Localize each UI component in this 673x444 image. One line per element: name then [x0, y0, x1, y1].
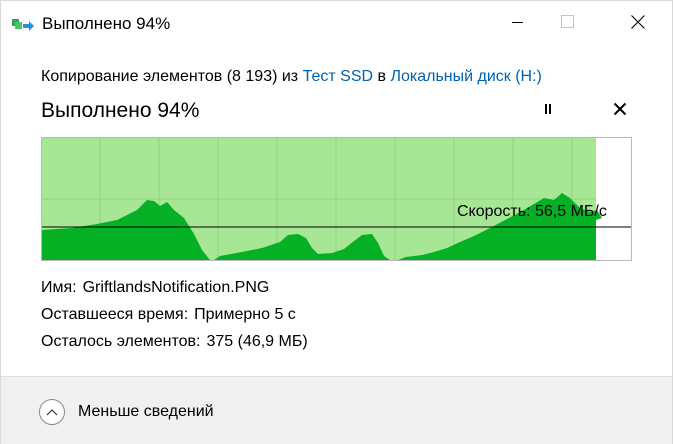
name-value: GriftlandsNotification.PNG — [82, 279, 270, 296]
pause-button[interactable] — [536, 99, 560, 123]
maximize-button — [545, 1, 591, 47]
maximize-icon — [561, 14, 575, 34]
window-title: Выполнено 94% — [42, 14, 171, 33]
items-remaining-value: 375 (46,9 МБ) — [206, 333, 308, 350]
destination-link[interactable]: Локальный диск (H:) — [390, 68, 541, 85]
detail-time-remaining: Оставшееся время: Примерно 5 с — [41, 305, 296, 325]
fewer-details-label: Меньше сведений — [78, 403, 214, 420]
cancel-button[interactable] — [608, 99, 632, 123]
fewer-details-button[interactable]: Меньше сведений — [39, 397, 214, 427]
speed-label: Скорость: 56,5 МБ/с — [457, 203, 607, 220]
close-icon — [631, 14, 645, 34]
title-bar[interactable]: Выполнено 94% — [1, 1, 672, 47]
name-label: Имя: — [41, 279, 77, 296]
copy-files-icon — [12, 16, 34, 32]
time-remaining-label: Оставшееся время: — [41, 306, 189, 323]
time-remaining-value: Примерно 5 с — [194, 306, 296, 323]
source-link[interactable]: Тест SSD — [303, 68, 373, 85]
copy-description: Копирование элементов (8 193) из Тест SS… — [41, 67, 542, 87]
speed-graph-canvas — [42, 138, 631, 260]
copy-progress-window: Выполнено 94% Копирование элементов (8 1… — [0, 0, 673, 444]
copy-prefix: Копирование элементов (8 193) из — [41, 68, 299, 85]
close-button[interactable] — [615, 1, 661, 47]
copy-middle: в — [377, 68, 387, 85]
minimize-button[interactable] — [495, 1, 541, 47]
minimize-icon — [512, 15, 524, 33]
pause-icon — [542, 102, 554, 121]
progress-heading: Выполнено 94% — [41, 99, 200, 122]
footer: Меньше сведений — [1, 376, 672, 444]
detail-name: Имя: GriftlandsNotification.PNG — [41, 278, 269, 298]
chevron-up-icon — [39, 399, 65, 425]
items-remaining-label: Осталось элементов: — [41, 333, 201, 350]
cancel-icon — [613, 102, 627, 121]
detail-items-remaining: Осталось элементов: 375 (46,9 МБ) — [41, 332, 308, 352]
speed-graph — [41, 137, 632, 261]
